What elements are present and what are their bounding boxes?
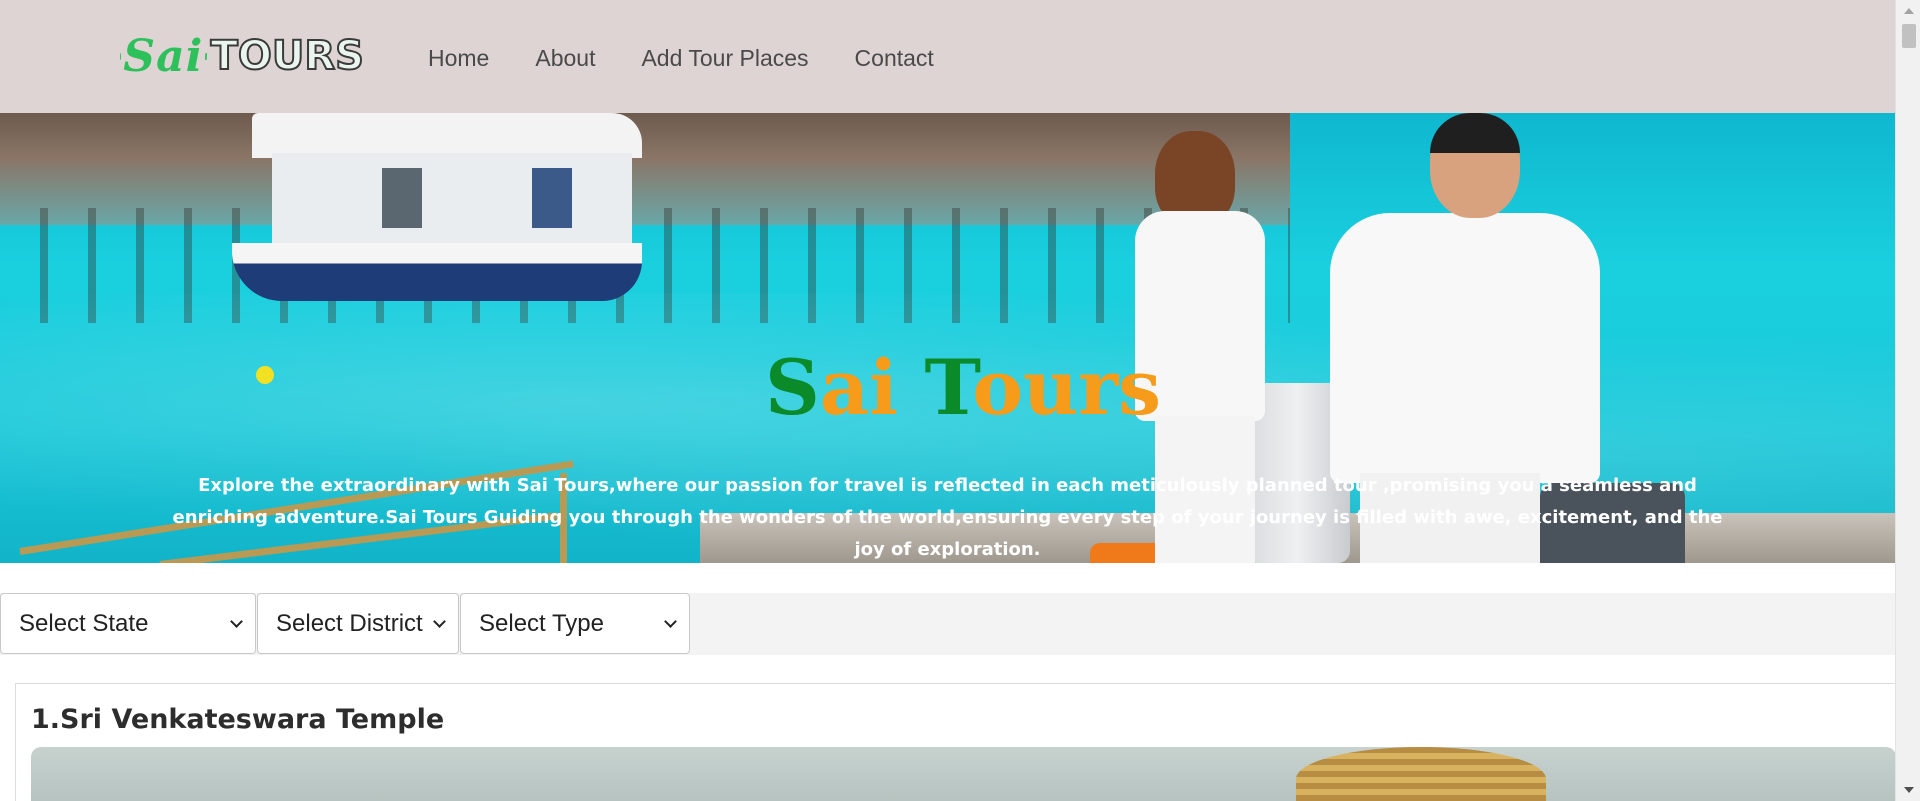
chevron-down-icon (230, 615, 243, 628)
type-select[interactable]: Select Type (460, 593, 690, 654)
hero-description: Explore the extraordinary with Sai Tours… (172, 475, 1723, 560)
place-title: 1.Sri Venkateswara Temple (31, 704, 445, 735)
logo-tours-text: TOURS (210, 32, 365, 80)
hero-banner: Sai Tours Explore the extraordinary with… (0, 113, 1895, 563)
main-nav: Home About Add Tour Places Contact (428, 40, 980, 76)
place-image (31, 747, 1896, 801)
nav-add-tour-places-link[interactable]: Add Tour Places (641, 40, 808, 76)
scroll-up-arrow-icon[interactable] (1904, 8, 1914, 14)
hero-buoy-image (256, 366, 274, 384)
district-select[interactable]: Select District (257, 593, 459, 654)
nav-contact-link[interactable]: Contact (855, 40, 934, 76)
site-header: Sai TOURS Home About Add Tour Places Con… (0, 0, 1895, 113)
site-logo[interactable]: Sai TOURS (118, 26, 365, 86)
leaf-icon (120, 52, 122, 60)
scroll-down-arrow-icon[interactable] (1904, 787, 1914, 793)
state-select[interactable]: Select State (0, 593, 256, 654)
logo-sai-text: Sai (123, 30, 204, 82)
nav-home-link[interactable]: Home (428, 40, 489, 76)
scrollbar-thumb[interactable] (1902, 24, 1916, 48)
state-select-value: Select State (19, 609, 149, 637)
chevron-down-icon (664, 615, 677, 628)
leaf-icon (205, 52, 207, 60)
page-scrollbar[interactable] (1895, 0, 1920, 801)
hero-boat-image (232, 113, 642, 313)
temple-gopuram-image (1296, 747, 1546, 801)
filter-bar: Select State Select District Select Type (0, 593, 1895, 655)
chevron-down-icon (433, 615, 446, 628)
hero-title: Sai Tours (765, 343, 1162, 432)
nav-about-link[interactable]: About (535, 40, 595, 76)
place-card: 1.Sri Venkateswara Temple (15, 683, 1896, 801)
district-select-value: Select District (276, 609, 423, 637)
type-select-value: Select Type (479, 609, 604, 637)
